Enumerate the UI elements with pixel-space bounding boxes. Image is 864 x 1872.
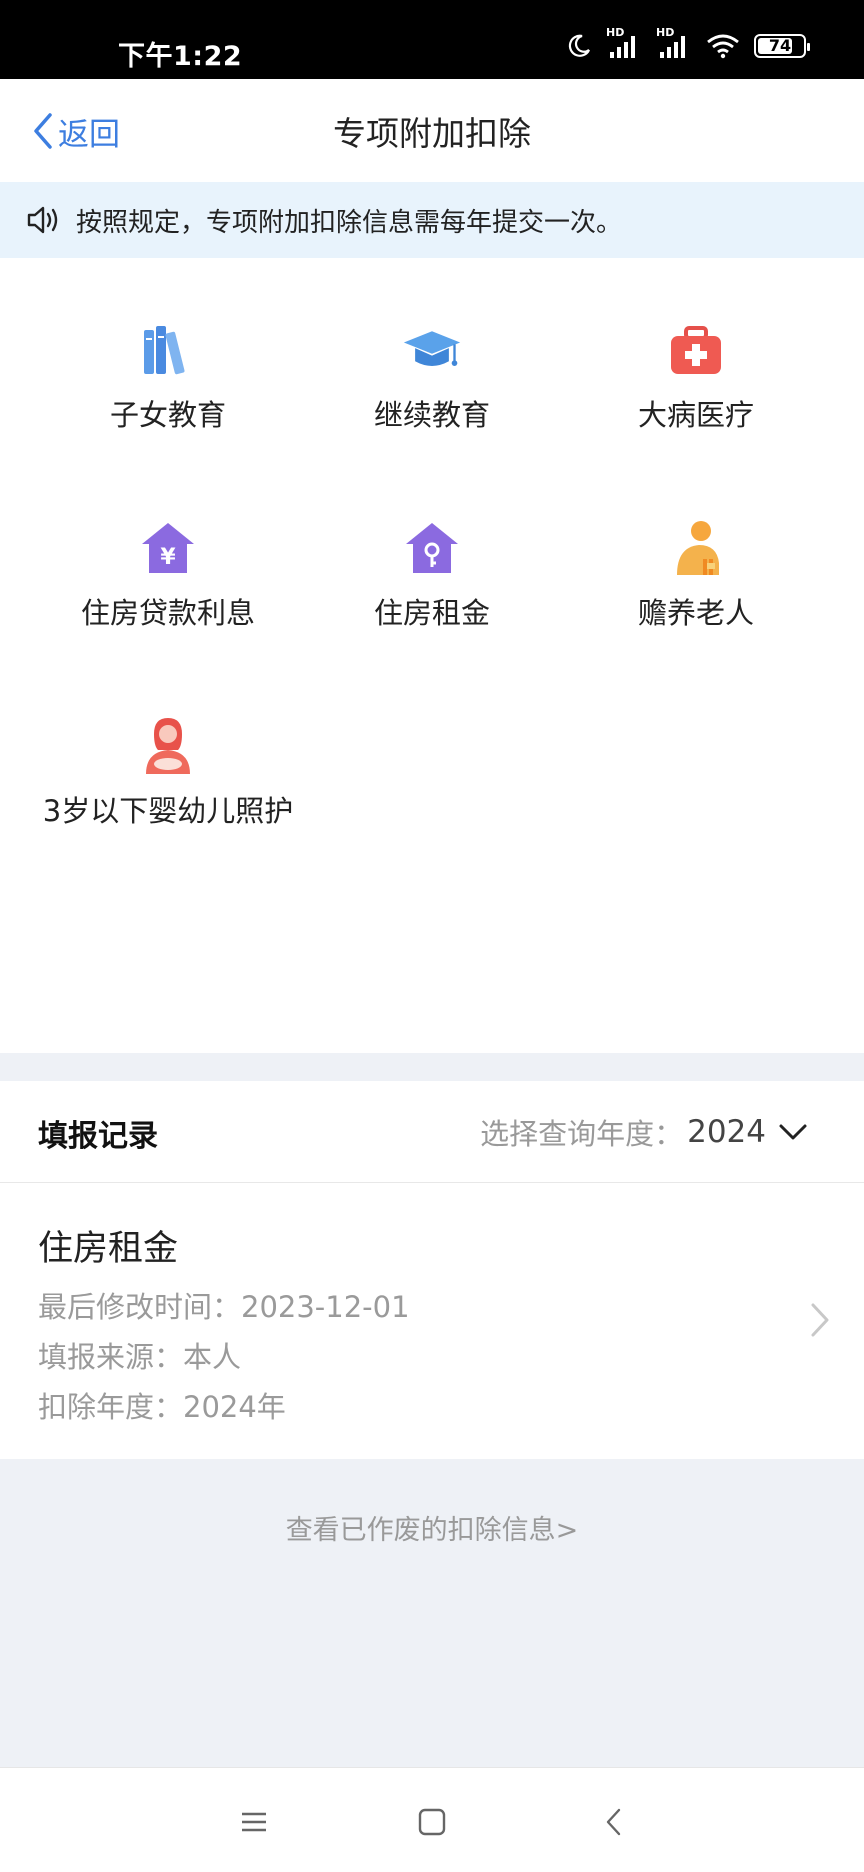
chevron-down-icon <box>779 1124 807 1140</box>
records-header: 填报记录 选择查询年度： 2024 <box>0 1081 864 1183</box>
menu-button[interactable] <box>232 1800 276 1844</box>
nav-bar: 返回 专项附加扣除 <box>0 79 864 182</box>
elderly-person-icon <box>666 518 726 578</box>
record-name: 住房租金 <box>38 1229 179 1269</box>
record-deduct-year: 扣除年度：2024年 <box>38 1390 286 1424</box>
category-grid: 子女教育 继续教育 大病医疗 ¥ 住房贷款利息 住房租金 赡养老人 3岁以下婴幼… <box>0 258 864 1053</box>
category-elderly-support[interactable]: 赡养老人 <box>564 518 828 638</box>
category-label: 3岁以下婴幼儿照护 <box>42 794 294 828</box>
system-nav-bar <box>0 1767 864 1872</box>
house-key-icon <box>402 518 462 578</box>
signal-icon: HD <box>606 26 642 60</box>
battery-icon: 74 <box>754 34 810 58</box>
home-square-icon <box>418 1808 446 1836</box>
category-housing-rent[interactable]: 住房租金 <box>300 518 564 638</box>
category-infant-care[interactable]: 3岁以下婴幼儿照护 <box>36 716 300 836</box>
category-label: 子女教育 <box>109 398 226 432</box>
moon-icon <box>568 34 590 57</box>
status-icons: HD HD 74 <box>566 26 810 60</box>
void-deductions-link[interactable]: 查看已作废的扣除信息> <box>0 1508 864 1547</box>
notice-banner: 按照规定，专项附加扣除信息需每年提交一次。 <box>0 182 864 258</box>
house-yen-icon: ¥ <box>138 518 198 578</box>
record-modified: 最后修改时间：2023-12-01 <box>38 1290 410 1324</box>
chevron-right-icon <box>811 1303 829 1337</box>
signal-icon: HD <box>656 26 692 60</box>
notice-text: 按照规定，专项附加扣除信息需每年提交一次。 <box>76 207 623 238</box>
year-value: 2024 <box>687 1114 766 1150</box>
category-housing-loan-interest[interactable]: ¥ 住房贷款利息 <box>36 518 300 638</box>
category-label: 赡养老人 <box>637 596 754 630</box>
home-button[interactable] <box>410 1800 454 1844</box>
category-child-education[interactable]: 子女教育 <box>36 320 300 440</box>
menu-icon <box>242 1812 266 1832</box>
records-title: 填报记录 <box>38 1119 158 1154</box>
year-prefix: 选择查询年度： <box>480 1117 684 1151</box>
svg-text:¥: ¥ <box>160 545 176 570</box>
page-title: 专项附加扣除 <box>333 114 531 153</box>
books-icon <box>138 320 198 380</box>
mother-baby-icon <box>138 716 198 776</box>
speaker-icon <box>27 206 58 234</box>
battery-level: 74 <box>768 36 792 55</box>
category-label: 继续教育 <box>373 398 490 432</box>
status-bar: 下午1:22 HD HD 74 <box>0 0 864 79</box>
graduation-cap-icon <box>402 320 462 380</box>
category-label: 大病医疗 <box>637 398 754 432</box>
category-label: 住房租金 <box>373 596 490 630</box>
wifi-icon <box>707 34 739 59</box>
record-source: 填报来源：本人 <box>38 1340 242 1374</box>
category-label: 住房贷款利息 <box>80 596 255 630</box>
record-item[interactable]: 住房租金 最后修改时间：2023-12-01 填报来源：本人 扣除年度：2024… <box>0 1184 864 1459</box>
year-picker[interactable]: 选择查询年度： 2024 <box>480 1111 808 1153</box>
back-arrow-icon <box>606 1808 621 1836</box>
status-time: 下午1:22 <box>118 41 243 72</box>
category-serious-illness[interactable]: 大病医疗 <box>564 320 828 440</box>
system-back-button[interactable] <box>592 1800 636 1844</box>
category-continuing-education[interactable]: 继续教育 <box>300 320 564 440</box>
records-section: 填报记录 选择查询年度： 2024 住房租金 最后修改时间：2023-12-01… <box>0 1081 864 1459</box>
medical-kit-icon <box>666 320 726 380</box>
